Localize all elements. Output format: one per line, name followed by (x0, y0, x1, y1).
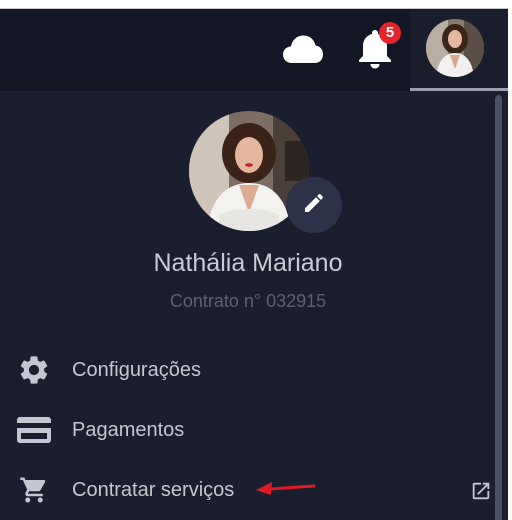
annotation-arrow (254, 477, 316, 497)
scrollbar[interactable] (495, 95, 502, 520)
profile-dropdown-panel: 5 Nathália Mariano Contrato n° 032915 Co… (0, 8, 508, 520)
pencil-icon (302, 191, 326, 220)
contract-number: Contrato n° 032915 (169, 291, 327, 311)
menu-item-label: Pagamentos (72, 419, 185, 441)
top-bar: 5 (0, 9, 508, 91)
gear-icon (16, 354, 52, 386)
menu-item-contratar-servicos[interactable]: Contratar serviços (0, 466, 496, 514)
menu-item-label: Contratar serviços (72, 479, 235, 501)
edit-profile-button[interactable] (286, 177, 342, 233)
external-link-icon (470, 480, 492, 502)
user-menu-toggle[interactable] (410, 9, 508, 91)
menu-item-pagamentos[interactable]: Pagamentos (0, 406, 496, 454)
menu-item-label: Configurações (72, 359, 201, 381)
cloud-icon[interactable] (282, 33, 324, 65)
cart-icon (16, 474, 52, 506)
avatar (426, 19, 484, 77)
menu-item-configuracoes[interactable]: Configurações (0, 346, 496, 394)
notification-badge[interactable]: 5 (379, 22, 401, 44)
profile-name: Nathália Mariano (153, 249, 343, 277)
credit-card-icon (16, 414, 52, 446)
